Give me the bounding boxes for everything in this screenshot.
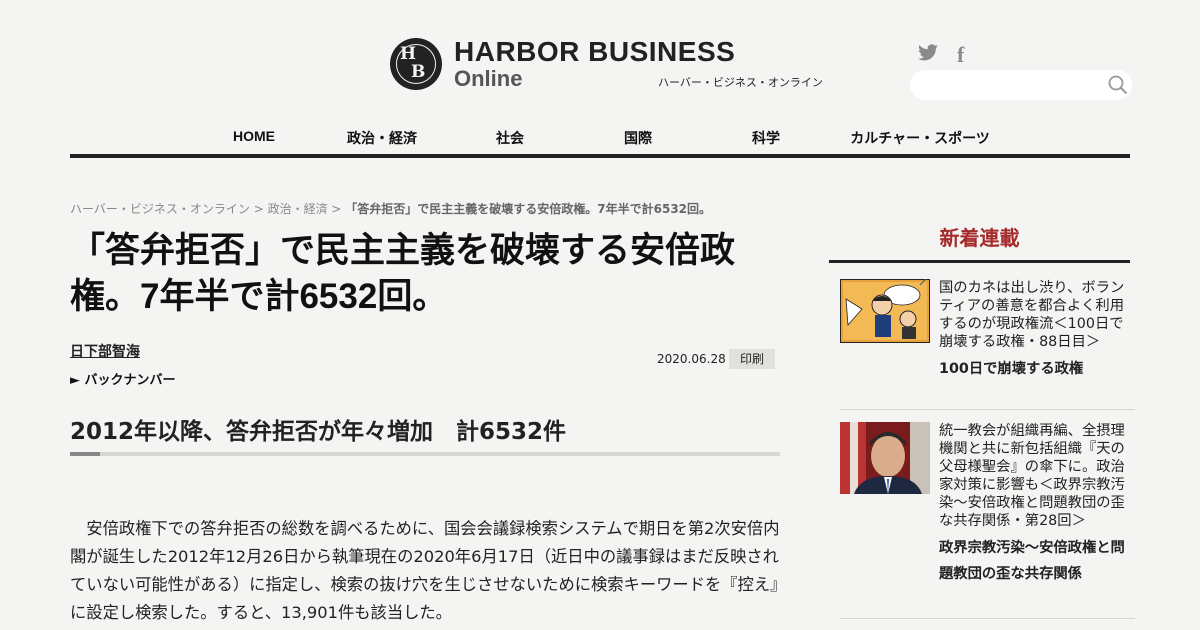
nav-item-home[interactable]: HOME bbox=[233, 128, 275, 144]
article-subhead: 2012年以降、答弁拒否が年々増加 計6532件 bbox=[70, 419, 567, 445]
search-input[interactable] bbox=[910, 70, 1132, 100]
article-title: 「答弁拒否」で民主主義を破壊する安倍政権。7年半で計6532回。 bbox=[70, 231, 736, 316]
sidebar-item-series[interactable]: 100日で崩壊する政権 bbox=[939, 356, 1129, 382]
article-body-paragraph: 安倍政権下での答弁拒否の総数を調べるために、国会会議録検索システムで期日を第2次… bbox=[70, 519, 780, 622]
nav-item-science[interactable]: 科学 bbox=[752, 128, 780, 148]
main-nav: HOME 政治・経済 社会 国際 科学 カルチャー・スポーツ bbox=[190, 128, 1010, 148]
sidebar-divider bbox=[840, 618, 1135, 619]
breadcrumb: ハーバー・ビジネス・オンライン > 政治・経済 > 「答弁拒否」で民主主義を破壊… bbox=[70, 200, 711, 217]
sidebar-item-text[interactable]: 統一教会が組織再編、全摂理機関と共に新包括組織『天の父母様聖会』の傘下に。政治家… bbox=[939, 422, 1129, 587]
breadcrumb-section[interactable]: 政治・経済 bbox=[268, 202, 328, 216]
nav-item-international[interactable]: 国際 bbox=[624, 128, 652, 148]
nav-item-politics-economy[interactable]: 政治・経済 bbox=[347, 128, 417, 148]
sidebar-item-text[interactable]: 国のカネは出し渋り、ボランティアの善意を都合よく利用するのが現政権流＜100日で… bbox=[939, 279, 1129, 382]
nav-divider bbox=[70, 154, 1130, 158]
breadcrumb-home[interactable]: ハーバー・ビジネス・オンライン bbox=[70, 202, 250, 216]
facebook-icon[interactable]: f bbox=[957, 44, 964, 66]
sidebar-heading-rule bbox=[829, 260, 1130, 263]
sidebar-item-title[interactable]: 統一教会が組織再編、全摂理機関と共に新包括組織『天の父母様聖会』の傘下に。政治家… bbox=[939, 423, 1125, 529]
sidebar-thumbnail-photo[interactable] bbox=[840, 422, 930, 494]
logo-kana: ハーバー・ビジネス・オンライン bbox=[658, 76, 823, 89]
sidebar-heading: 新着連載 bbox=[939, 226, 1020, 250]
site-logo[interactable]: H B HARBOR BUSINESS Online ハーバー・ビジネス・オンラ… bbox=[390, 36, 823, 96]
logo-mark-top: H bbox=[400, 44, 417, 64]
breadcrumb-separator: > bbox=[327, 202, 346, 216]
search-icon[interactable] bbox=[1107, 74, 1129, 100]
breadcrumb-current: 「答弁拒否」で民主主義を破壊する安倍政権。7年半で計6532回。 bbox=[345, 202, 712, 216]
publish-date: 2020.06.28 bbox=[657, 352, 726, 366]
backnumber-link[interactable]: ► バックナンバー bbox=[70, 369, 176, 388]
nav-item-society[interactable]: 社会 bbox=[496, 128, 524, 148]
logo-mark: H B bbox=[390, 38, 442, 90]
logo-mark-bottom: B bbox=[411, 62, 426, 82]
sidebar-divider bbox=[840, 409, 1135, 410]
author-link[interactable]: 日下部智海 bbox=[70, 341, 140, 361]
twitter-icon[interactable] bbox=[917, 44, 939, 66]
logo-sub: Online bbox=[454, 66, 523, 91]
print-button[interactable]: 印刷 bbox=[729, 349, 775, 369]
logo-name: HARBOR BUSINESS bbox=[454, 36, 736, 67]
sidebar-item-title[interactable]: 国のカネは出し渋り、ボランティアの善意を都合よく利用するのが現政権流＜100日で… bbox=[939, 280, 1124, 350]
sidebar-item-series[interactable]: 政界宗教汚染〜安倍政権と問題教団の歪な共存関係 bbox=[939, 535, 1129, 587]
sidebar-thumbnail-comic[interactable] bbox=[840, 279, 930, 351]
subhead-divider bbox=[70, 452, 780, 456]
nav-item-culture-sports[interactable]: カルチャー・スポーツ bbox=[850, 128, 990, 148]
breadcrumb-separator: > bbox=[249, 202, 268, 216]
